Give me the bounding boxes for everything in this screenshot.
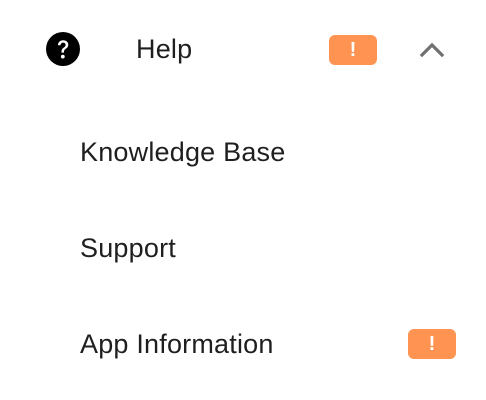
menu-item-label: Knowledge Base xyxy=(80,137,286,167)
menu-item-label: App Information xyxy=(80,329,274,359)
help-warning-badge-text: ! xyxy=(349,39,357,61)
chevron-up-icon[interactable] xyxy=(419,38,445,60)
app-info-warning-badge: ! xyxy=(408,329,456,359)
help-menu: Help ! Knowledge Base Support App Inform… xyxy=(0,0,486,400)
help-menu-header[interactable]: Help ! xyxy=(0,0,486,96)
help-warning-badge: ! xyxy=(329,35,377,65)
help-menu-label: Help xyxy=(136,34,193,64)
app-info-warning-badge-text: ! xyxy=(428,333,436,355)
menu-item-label: Support xyxy=(80,233,176,263)
menu-item-support[interactable]: Support xyxy=(0,200,486,296)
help-circle-icon xyxy=(46,32,80,66)
menu-item-app-information[interactable]: App Information ! xyxy=(0,296,486,392)
menu-item-knowledge-base[interactable]: Knowledge Base xyxy=(0,104,486,200)
